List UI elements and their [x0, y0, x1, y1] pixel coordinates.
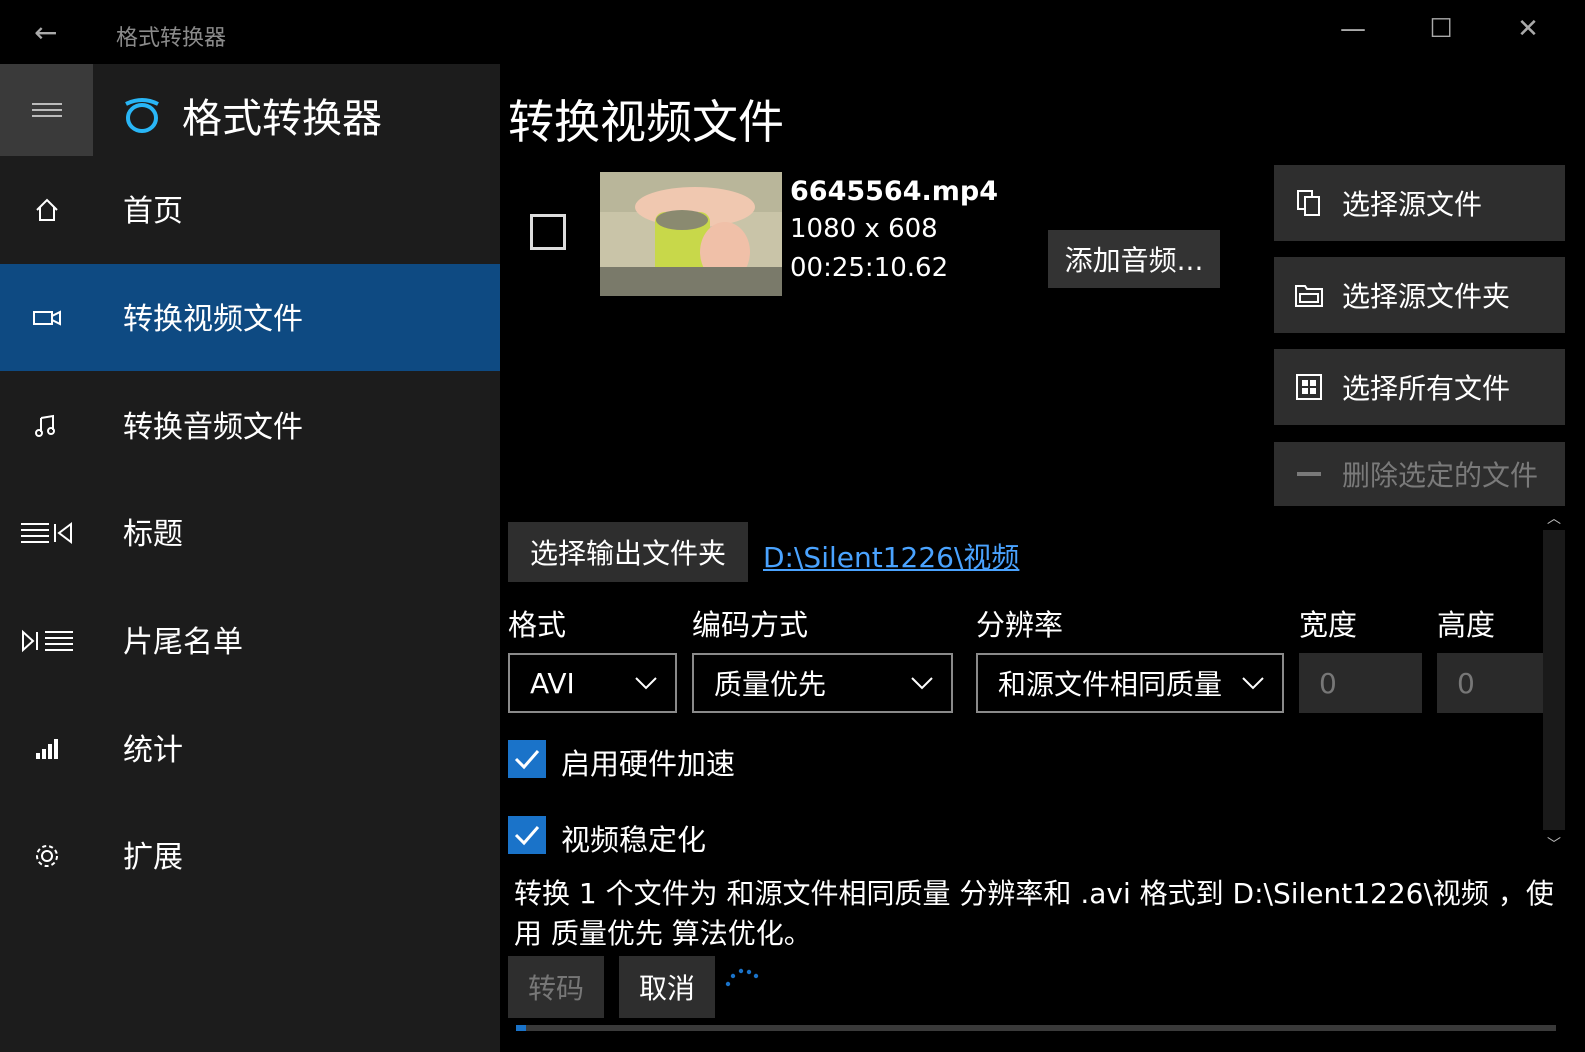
scroll-up-icon[interactable]: ︿ [1547, 508, 1561, 528]
button-label: 选择源文件夹 [1342, 280, 1511, 313]
output-path-link[interactable]: D:\Silent1226\视频 [763, 536, 1019, 576]
conversion-summary: 转换 1 个文件为 和源文件相同质量 分辨率和 .avi 格式到 D:\Sile… [514, 877, 1554, 950]
sidebar-item-label: 扩展 [123, 840, 183, 875]
stats-icon [18, 695, 76, 802]
hardware-accel-label: 启用硬件加速 [561, 747, 736, 781]
select-all-icon [1292, 370, 1326, 404]
encoding-label: 编码方式 [692, 608, 809, 642]
height-input[interactable]: 0 [1437, 653, 1543, 713]
copy-icon [1292, 186, 1326, 220]
cancel-button[interactable]: 取消 [619, 956, 715, 1018]
gear-icon [18, 802, 76, 909]
page-title: 转换视频文件 [508, 95, 784, 149]
music-icon [18, 372, 76, 479]
app-logo-icon [125, 98, 159, 133]
stabilization-label: 视频稳定化 [561, 823, 707, 857]
encoding-dropdown[interactable]: 质量优先 [692, 653, 953, 713]
sidebar: 格式转换器 首页 转换视频文件 转换音频文件 标题 片尾名单 统计 扩展 [0, 64, 500, 1052]
sidebar-item-label: 标题 [123, 517, 183, 552]
checkmark-icon [514, 750, 540, 770]
sidebar-item-label: 首页 [123, 194, 183, 229]
sidebar-item-label: 转换视频文件 [123, 302, 303, 337]
scroll-track[interactable] [1543, 530, 1565, 830]
button-label: 选择所有文件 [1342, 372, 1511, 405]
video-icon [18, 264, 76, 371]
home-icon [18, 156, 76, 263]
close-button[interactable]: ✕ [1508, 14, 1548, 44]
minus-icon [1292, 457, 1326, 491]
video-thumbnail [600, 172, 782, 296]
resolution-dropdown[interactable]: 和源文件相同质量 [976, 653, 1284, 713]
encoding-value: 质量优先 [714, 668, 827, 701]
folder-icon [1292, 278, 1326, 312]
app-name: 格式转换器 [182, 96, 382, 142]
progress-fill [516, 1025, 527, 1031]
title-bar: ← 格式转换器 — ☐ ✕ [0, 0, 1585, 64]
button-label: 选择源文件 [1342, 188, 1483, 221]
select-output-folder-button[interactable]: 选择输出文件夹 [508, 522, 748, 582]
file-name: 6645564.mp4 [790, 176, 999, 207]
format-label: 格式 [508, 608, 567, 642]
width-label: 宽度 [1299, 608, 1358, 642]
format-value: AVI [530, 666, 575, 700]
button-label: 删除选定的文件 [1342, 459, 1539, 492]
select-source-folder-button[interactable]: 选择源文件夹 [1274, 257, 1565, 333]
delete-selected-files-button[interactable]: 删除选定的文件 [1274, 442, 1565, 506]
file-select-checkbox[interactable] [530, 214, 566, 250]
add-audio-button[interactable]: 添加音频... [1048, 230, 1220, 288]
height-value: 0 [1457, 666, 1475, 700]
sidebar-item-convert-video[interactable]: 转换视频文件 [0, 264, 500, 371]
sidebar-item-label: 片尾名单 [123, 625, 243, 660]
title-icon [18, 479, 76, 586]
credits-icon [18, 587, 76, 694]
window-title: 格式转换器 [116, 26, 227, 51]
stabilization-checkbox[interactable] [508, 816, 546, 854]
sidebar-item-title[interactable]: 标题 [0, 479, 500, 586]
transcode-button[interactable]: 转码 [508, 956, 604, 1018]
sidebar-item-credits[interactable]: 片尾名单 [0, 587, 500, 694]
sidebar-item-extensions[interactable]: 扩展 [0, 802, 500, 909]
chevron-down-icon [911, 677, 933, 690]
hamburger-menu-icon[interactable] [0, 64, 93, 156]
format-dropdown[interactable]: AVI [508, 653, 677, 713]
hardware-accel-checkbox[interactable] [508, 740, 546, 778]
chevron-down-icon [635, 677, 657, 690]
width-value: 0 [1319, 666, 1337, 700]
file-resolution: 1080 x 608 [790, 214, 938, 244]
sidebar-item-label: 转换音频文件 [123, 410, 303, 445]
sidebar-item-label: 统计 [123, 733, 183, 768]
select-all-files-button[interactable]: 选择所有文件 [1274, 349, 1565, 425]
resolution-value: 和源文件相同质量 [998, 668, 1223, 701]
maximize-button[interactable]: ☐ [1421, 14, 1461, 44]
minimize-button[interactable]: — [1333, 14, 1373, 44]
back-arrow-icon[interactable]: ← [34, 16, 57, 49]
height-label: 高度 [1437, 608, 1496, 642]
loading-spinner-icon [725, 968, 759, 987]
resolution-label: 分辨率 [976, 608, 1064, 642]
sidebar-item-convert-audio[interactable]: 转换音频文件 [0, 372, 500, 479]
chevron-down-icon [1242, 677, 1264, 690]
scroll-down-icon[interactable]: ﹀ [1547, 834, 1561, 854]
vertical-scrollbar[interactable]: ︿ ﹀ [1543, 506, 1565, 856]
checkmark-icon [514, 826, 540, 846]
file-duration: 00:25:10.62 [790, 253, 949, 283]
sidebar-item-home[interactable]: 首页 [0, 156, 500, 263]
select-source-file-button[interactable]: 选择源文件 [1274, 165, 1565, 241]
sidebar-item-stats[interactable]: 统计 [0, 695, 500, 802]
progress-bar [516, 1025, 1556, 1031]
width-input[interactable]: 0 [1299, 653, 1422, 713]
